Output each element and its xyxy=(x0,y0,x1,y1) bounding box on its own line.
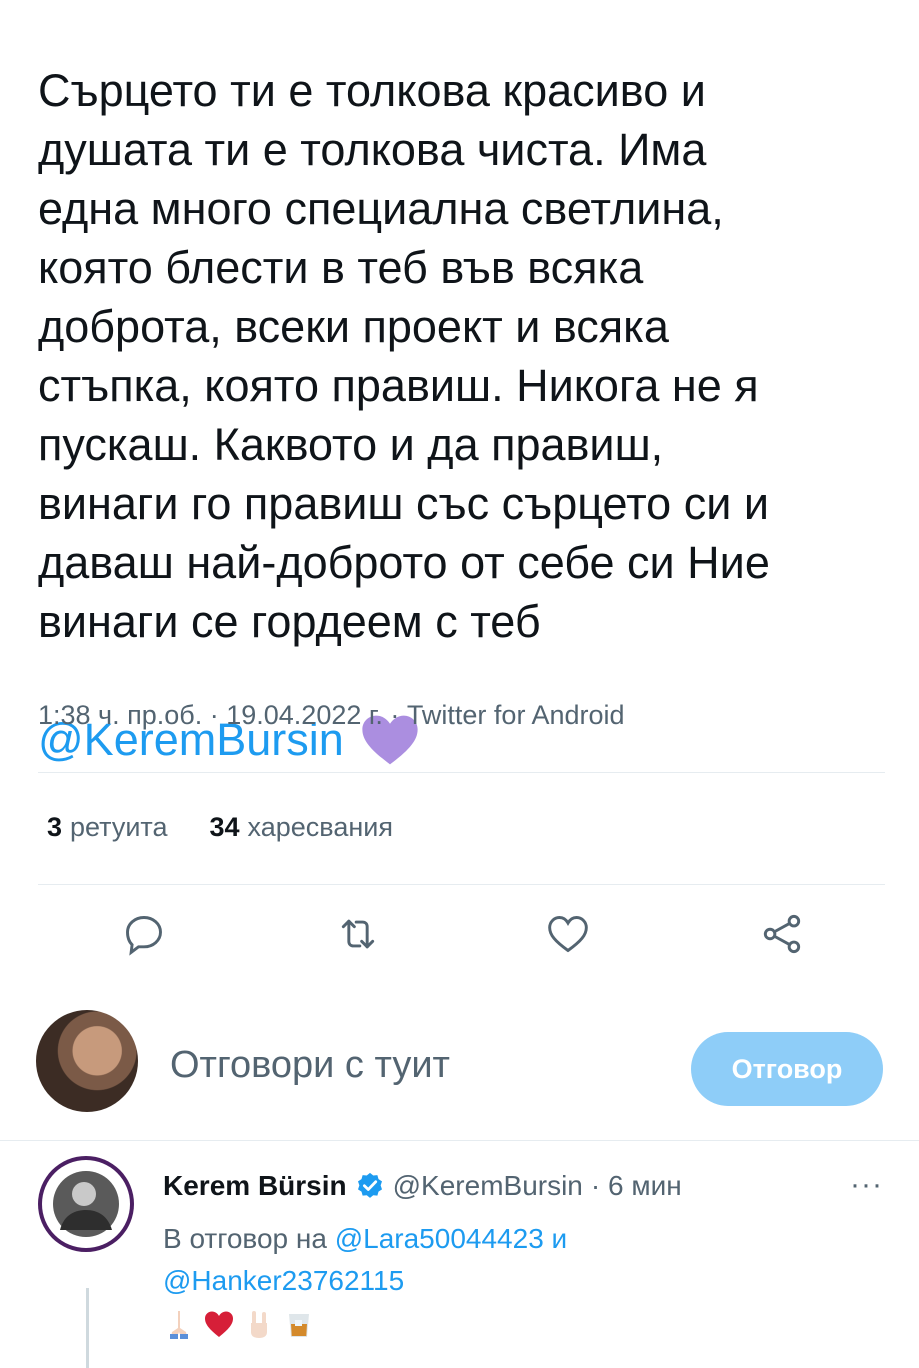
replying-and: и xyxy=(551,1223,568,1254)
folded-hands-icon xyxy=(170,1311,188,1339)
reply-input[interactable]: Отговори с туит xyxy=(170,1044,450,1087)
verified-badge-icon xyxy=(357,1172,382,1198)
replying-prefix: В отговор на xyxy=(163,1223,327,1254)
replying-to: В отговор на @Lara50044423 и @Hanker2376… xyxy=(163,1218,863,1302)
reply-header: Kerem Bürsin @KeremBursin · 6 мин xyxy=(163,1170,682,1202)
reply-icon[interactable] xyxy=(122,912,166,956)
retweets-stat[interactable]: 3 ретуита xyxy=(47,812,168,843)
divider xyxy=(38,884,885,885)
retweet-icon[interactable] xyxy=(336,912,380,956)
mention-link[interactable]: @Hanker23762115 xyxy=(163,1265,404,1296)
avatar[interactable] xyxy=(36,1010,138,1112)
share-icon[interactable] xyxy=(760,912,804,956)
author-name[interactable]: Kerem Bürsin xyxy=(163,1170,347,1202)
action-bar xyxy=(0,912,919,962)
avatar[interactable] xyxy=(38,1156,134,1252)
likes-count: 34 xyxy=(209,812,240,842)
retweets-count: 3 xyxy=(47,812,63,842)
divider xyxy=(38,772,885,773)
tweet-meta: 1:38 ч. пр.об. · 19.04.2022 г. · Twitter… xyxy=(38,700,625,730)
likes-label: харесвания xyxy=(247,812,393,842)
reply-tweet[interactable]: Kerem Bürsin @KeremBursin · 6 мин ··· В … xyxy=(0,1140,919,1368)
reply-time: · 6 мин xyxy=(590,1170,682,1201)
reply-button[interactable]: Отговор xyxy=(691,1032,883,1106)
retweets-label: ретуита xyxy=(70,812,168,842)
avatar-image xyxy=(42,1160,130,1248)
likes-stat[interactable]: 34 харесвания xyxy=(210,812,393,843)
rock-hand-icon xyxy=(251,1311,267,1338)
mention-link[interactable]: @Lara50044423 xyxy=(335,1223,544,1254)
tweet-body-text: Сърцето ти е толкова красиво и душата ти… xyxy=(38,65,770,647)
red-heart-icon xyxy=(205,1311,233,1337)
thread-line xyxy=(86,1288,89,1368)
author-handle[interactable]: @KeremBursin xyxy=(393,1170,583,1202)
tweet-stats: 3 ретуита 34 харесвания xyxy=(47,812,393,843)
tumbler-glass-icon xyxy=(289,1314,309,1337)
reply-emoji-row xyxy=(163,1308,315,1340)
compose-reply: Отговори с туит Отговор xyxy=(0,1010,919,1122)
like-icon[interactable] xyxy=(546,912,590,956)
more-options-icon[interactable]: ··· xyxy=(850,1168,883,1202)
